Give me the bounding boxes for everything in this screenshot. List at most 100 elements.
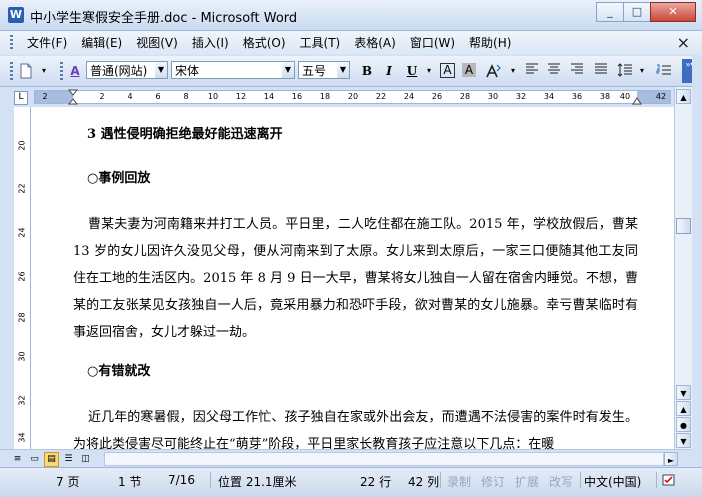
select-browse-object-button[interactable]: ● <box>676 417 691 432</box>
ruler-tick: 24 <box>403 92 415 101</box>
minimize-button[interactable]: _ <box>596 2 624 22</box>
bold-button[interactable]: B <box>359 63 375 79</box>
subheading-correction: ○有错就改 <box>87 364 151 379</box>
document-close-button[interactable]: × <box>677 33 690 52</box>
horizontal-ruler[interactable]: 2 2 4 6 8 10 12 14 16 18 20 22 24 26 28 … <box>34 89 671 105</box>
chevron-down-icon[interactable]: ▼ <box>155 62 167 78</box>
menu-tools[interactable]: 工具(T) <box>293 35 348 51</box>
ruler-tick: 20 <box>347 92 359 101</box>
maximize-button[interactable]: □ <box>623 2 651 22</box>
ruler-tick: 18 <box>319 92 331 101</box>
chevron-down-icon[interactable]: ▼ <box>337 62 349 78</box>
tab-selector[interactable]: L <box>14 91 28 105</box>
menu-help[interactable]: 帮助(H) <box>462 35 518 51</box>
ruler-tick: 30 <box>487 92 499 101</box>
character-scaling-icon[interactable] <box>484 63 501 79</box>
vertical-ruler[interactable]: 20 22 24 26 28 30 32 34 <box>14 107 31 449</box>
underline-button[interactable]: U <box>404 63 420 79</box>
underline-dropdown-icon[interactable]: ▾ <box>421 63 437 79</box>
horizontal-scroll-track[interactable] <box>104 452 664 466</box>
new-document-icon[interactable] <box>18 63 34 79</box>
status-page-of: 7/16 <box>168 473 195 487</box>
font-size-combo-value: 五号 <box>302 64 327 78</box>
vertical-ruler-tick: 34 <box>17 432 27 443</box>
menu-window[interactable]: 窗口(W) <box>403 35 462 51</box>
right-indent-marker[interactable] <box>632 95 642 105</box>
status-extend[interactable]: 扩展 <box>515 473 539 490</box>
menu-edit[interactable]: 编辑(E) <box>74 35 129 51</box>
status-overtype[interactable]: 改写 <box>549 473 573 490</box>
align-center-icon[interactable] <box>546 63 562 79</box>
justify-icon[interactable] <box>593 63 609 79</box>
ruler-tick: 38 <box>599 92 611 101</box>
first-line-indent-marker[interactable] <box>68 89 78 105</box>
vertical-ruler-tick: 24 <box>17 227 27 238</box>
spelling-grammar-status-icon[interactable] <box>662 473 676 490</box>
web-layout-view-icon[interactable]: ▭ <box>27 452 42 467</box>
menu-view[interactable]: 视图(V) <box>129 35 185 51</box>
ruler-tick: 42 <box>655 92 667 101</box>
status-divider <box>210 472 211 488</box>
next-page-button[interactable]: ▼ <box>676 433 691 448</box>
menu-file[interactable]: 文件(F) <box>20 35 74 51</box>
align-right-icon[interactable] <box>569 63 585 79</box>
character-shading-button[interactable]: A <box>462 63 476 77</box>
menu-format[interactable]: 格式(O) <box>236 35 293 51</box>
toolbar-dropdown-arrow-icon[interactable]: ▾ <box>36 63 52 79</box>
window-title: 中小学生寒假安全手册.doc - Microsoft Word <box>30 11 298 26</box>
style-combo[interactable]: 普通(网站) ▼ <box>86 61 168 79</box>
font-combo[interactable]: 宋体 ▼ <box>171 61 295 79</box>
word-app-icon: W <box>8 7 24 23</box>
vertical-ruler-tick: 20 <box>17 140 27 151</box>
styles-and-formatting-icon[interactable]: A <box>67 63 83 79</box>
chevron-down-icon[interactable]: ▼ <box>282 62 294 78</box>
vertical-ruler-tick: 32 <box>17 395 27 406</box>
vertical-ruler-tick: 30 <box>17 351 27 362</box>
subheading-case-review: ○事例回放 <box>87 171 151 186</box>
menu-table[interactable]: 表格(A) <box>347 35 403 51</box>
toolbar-grip-handle[interactable] <box>10 62 13 80</box>
menu-grip-handle[interactable] <box>10 35 13 51</box>
scroll-down-button[interactable]: ▼ <box>676 385 691 400</box>
status-language[interactable]: 中文(中国) <box>584 473 641 490</box>
status-position: 位置 21.1厘米 <box>218 475 297 489</box>
ruler-tick: 26 <box>431 92 443 101</box>
status-track-changes[interactable]: 修订 <box>481 473 505 490</box>
vertical-scrollbar[interactable]: ▲ ▼ ▲ ● ▼ <box>674 87 693 449</box>
status-record[interactable]: 录制 <box>447 473 471 490</box>
ruler-tick: 14 <box>263 92 275 101</box>
status-column: 42 列 <box>408 475 440 489</box>
previous-page-button[interactable]: ▲ <box>676 401 691 416</box>
document-page[interactable]: 3 遇性侵明确拒绝最好能迅速离开 ○事例回放 曹某夫妻为河南籍来并打工人员。平日… <box>31 107 674 449</box>
print-layout-view-icon[interactable]: ▤ <box>44 452 59 467</box>
status-line: 22 行 <box>360 475 392 489</box>
ruler-tick: 34 <box>543 92 555 101</box>
align-left-icon[interactable] <box>524 63 540 79</box>
line-spacing-dropdown-icon[interactable]: ▾ <box>634 63 650 79</box>
scroll-up-button[interactable]: ▲ <box>676 89 691 104</box>
character-border-button[interactable]: A <box>440 63 455 78</box>
ruler-tick: 10 <box>207 92 219 101</box>
scaling-dropdown-icon[interactable]: ▾ <box>505 63 521 79</box>
status-divider <box>656 472 657 488</box>
line-spacing-icon[interactable] <box>617 63 633 79</box>
horizontal-scrollbar-row: ≡ ▭ ▤ ☰ ◫ ► <box>0 449 692 468</box>
outline-view-icon[interactable]: ☰ <box>61 452 76 467</box>
font-combo-value: 宋体 <box>175 64 200 78</box>
paragraph-advice: 近几年的寒暑假，因父母工作忙、孩子独自在家或外出会友，而遭遇不法侵害的案件时有发… <box>73 410 638 449</box>
menu-insert[interactable]: 插入(I) <box>185 35 236 51</box>
toolbar-grip-handle-2[interactable] <box>60 62 63 80</box>
close-window-button[interactable]: ✕ <box>650 2 696 22</box>
ruler-tick: 4 <box>127 92 133 101</box>
numbering-icon[interactable] <box>656 63 672 79</box>
normal-view-icon[interactable]: ≡ <box>10 452 25 467</box>
ruler-tick: 6 <box>155 92 161 101</box>
ruler-tick: 12 <box>235 92 247 101</box>
scroll-right-button[interactable]: ► <box>664 452 678 466</box>
scroll-thumb[interactable] <box>676 218 691 234</box>
paragraph-case: 曹某夫妻为河南籍来并打工人员。平日里，二人吃住都在施工队。2015 年，学校放假… <box>73 217 638 340</box>
italic-button[interactable]: I <box>381 63 397 79</box>
font-size-combo[interactable]: 五号 ▼ <box>298 61 350 79</box>
reading-layout-view-icon[interactable]: ◫ <box>78 452 93 467</box>
ruler-tick: 36 <box>571 92 583 101</box>
